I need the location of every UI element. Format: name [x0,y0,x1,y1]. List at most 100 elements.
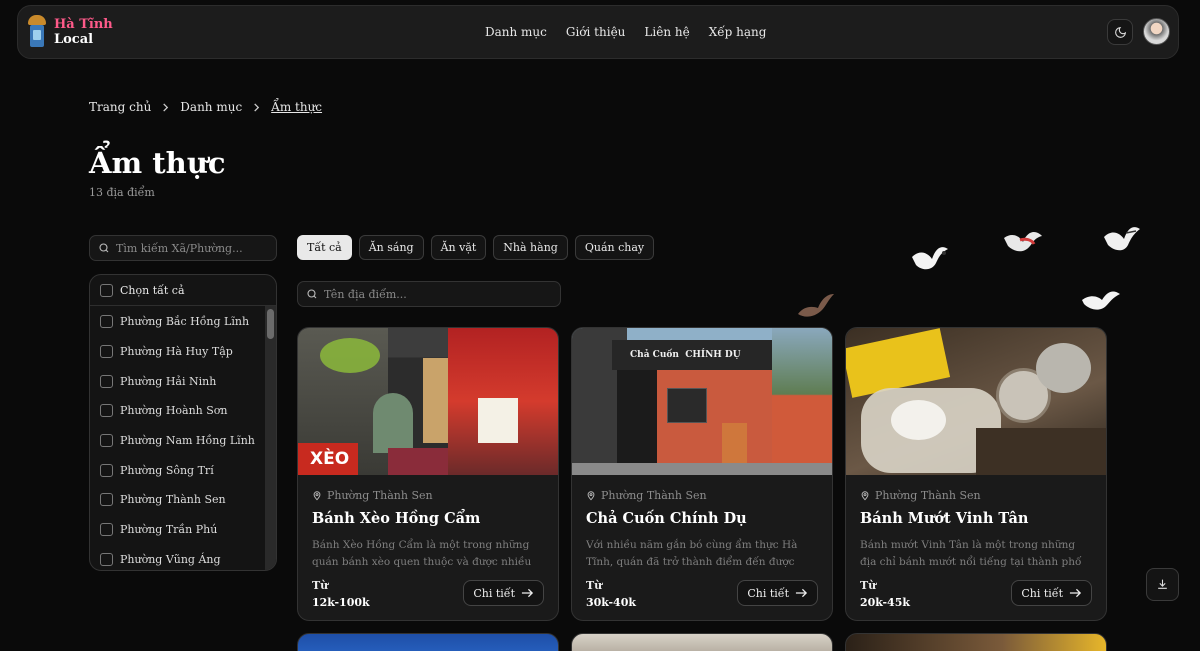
detail-button[interactable]: Chi tiết [1011,580,1092,606]
detail-button-label: Chi tiết [747,586,789,600]
scrollbar-thumb[interactable] [267,309,274,339]
sign-text: XÈO [298,443,358,475]
ward-label: Phường Sông Trí [120,463,214,477]
card-ward: Phường Thành Sen [601,489,707,502]
checkbox[interactable] [100,463,113,477]
ward-label: Phường Hải Ninh [120,374,217,388]
ward-item[interactable]: Phường Sông Trí [90,455,266,485]
ward-item[interactable]: Phường Hà Huy Tập [90,337,266,367]
price-label: Từ [860,579,877,592]
card-description: Với nhiều năm gắn bó cùng ẩm thực Hà Tĩn… [586,539,798,568]
download-icon [1158,579,1167,589]
site-logo[interactable]: Hà Tĩnh Local [28,15,113,49]
place-card[interactable]: Chả Cuốn CHÍNH DỤ Phường Thành Sen Chả C… [571,327,833,621]
category-filters: Tất cả Ăn sáng Ăn vặt Nhà hàng Quán chay [297,235,655,260]
price-label: Từ [586,579,603,592]
arrow-right-icon [1069,588,1082,598]
card-title[interactable]: Bánh Mướt Vinh Tân [860,510,1092,527]
moon-icon [1114,26,1126,38]
chevron-right-icon [254,102,260,112]
location-pin-icon [313,491,321,501]
theme-toggle-button[interactable] [1107,19,1133,45]
filter-breakfast[interactable]: Ăn sáng [358,235,424,260]
main-nav: Danh mục Giới thiệu Liên hệ Xếp hạng [485,25,766,39]
breadcrumb-home[interactable]: Trang chủ [89,100,151,114]
breadcrumb-current[interactable]: Ẩm thực [271,100,322,114]
ward-item[interactable]: Phường Thành Sen [90,485,266,515]
filter-restaurant[interactable]: Nhà hàng [493,235,568,260]
ward-item[interactable]: Phường Vũng Áng [90,545,266,571]
price-range: 12k-100k [312,596,370,609]
place-search-box [297,281,561,307]
price-range: 30k-40k [586,596,636,609]
nav-lien-he[interactable]: Liên hệ [644,25,689,39]
user-avatar[interactable] [1143,18,1170,45]
checkbox[interactable] [100,493,113,507]
filter-snacks[interactable]: Ăn vặt [430,235,487,260]
bird-decoration-icon [912,247,948,270]
place-card[interactable] [571,633,833,651]
ward-item[interactable]: Phường Hoành Sơn [90,396,266,426]
card-description: Bánh Xèo Hồng Cẩm là một trong những quá… [312,539,532,568]
logo-line2: Local [54,32,94,47]
checkbox[interactable] [100,345,113,359]
detail-button[interactable]: Chi tiết [737,580,818,606]
place-card[interactable] [845,633,1107,651]
ward-list-scrollbar[interactable] [265,306,276,570]
nav-gioi-thieu[interactable]: Giới thiệu [566,25,626,39]
card-title[interactable]: Chả Cuốn Chính Dụ [586,510,818,527]
breadcrumb-category[interactable]: Danh mục [180,100,242,114]
ward-label: Phường Bắc Hồng Lĩnh [120,315,250,329]
ward-item[interactable]: Phường Bắc Hồng Lĩnh [90,307,266,337]
detail-button-label: Chi tiết [1021,586,1063,600]
filter-all[interactable]: Tất cả [297,235,352,260]
arrow-right-icon [795,588,808,598]
ward-item[interactable]: Phường Hải Ninh [90,366,266,396]
logo-line1: Hà Tĩnh [54,17,113,32]
download-button[interactable] [1146,568,1179,601]
card-ward: Phường Thành Sen [875,489,981,502]
place-search-input[interactable] [324,287,484,301]
place-card[interactable]: XÈO Phường Thành Sen Bánh Xèo Hồng Cẩm B… [297,327,559,621]
sign-text: Chả Cuốn CHÍNH DỤ [612,340,782,370]
place-photo: Chả Cuốn CHÍNH DỤ [572,328,832,475]
price-range: 20k-45k [860,596,910,609]
place-card[interactable] [297,633,559,651]
detail-button-label: Chi tiết [473,586,515,600]
filter-vegetarian[interactable]: Quán chay [574,235,655,260]
price-label: Từ [312,579,329,592]
checkbox[interactable] [100,315,113,329]
ward-item[interactable]: Phường Trần Phú [90,515,266,545]
checkbox[interactable] [100,374,113,388]
select-all-wards[interactable]: Chọn tất cả [90,275,276,306]
nav-xep-hang[interactable]: Xếp hạng [709,25,767,39]
ward-search-box [89,235,277,261]
bird-decoration-icon [1082,291,1120,310]
arrow-right-icon [521,588,534,598]
ward-label: Phường Thành Sen [120,493,226,507]
location-pin-icon [861,491,869,501]
card-title[interactable]: Bánh Xèo Hồng Cẩm [312,510,544,527]
nav-danh-muc[interactable]: Danh mục [485,25,547,39]
ward-item[interactable]: Phường Nam Hồng Lĩnh [90,426,266,456]
logo-icon [28,15,46,49]
place-count: 13 địa điểm [89,186,155,199]
bird-decoration-icon [798,294,834,317]
place-card[interactable]: Phường Thành Sen Bánh Mướt Vinh Tân Bánh… [845,327,1107,621]
checkbox[interactable] [100,434,113,448]
checkbox[interactable] [100,552,113,566]
checkbox[interactable] [100,404,113,418]
chevron-right-icon [163,102,169,112]
ward-filter-list: Chọn tất cả Phường Bắc Hồng Lĩnh Phường … [89,274,277,571]
ward-label: Phường Nam Hồng Lĩnh [120,434,255,448]
page-title: Ẩm thực [89,146,226,180]
checkbox[interactable] [100,523,113,537]
ward-search-input[interactable] [116,241,276,255]
ward-label: Phường Trần Phú [120,523,218,537]
detail-button[interactable]: Chi tiết [463,580,544,606]
place-photo [846,328,1106,475]
search-icon [99,243,109,253]
checkbox[interactable] [100,283,113,297]
select-all-label: Chọn tất cả [120,283,185,297]
ward-label: Phường Vũng Áng [120,552,221,566]
